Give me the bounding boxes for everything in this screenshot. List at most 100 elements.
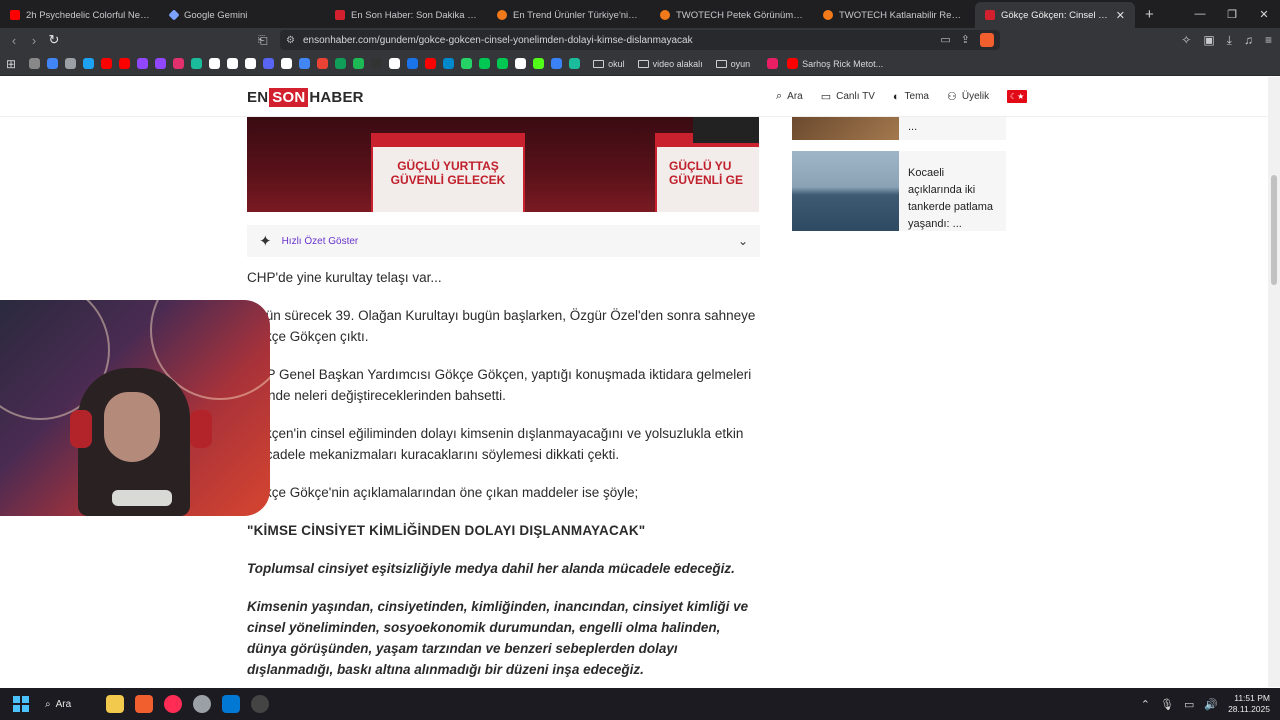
download-icon[interactable]: ⤓ — [1227, 33, 1232, 48]
bookmark-icon[interactable] — [83, 58, 95, 69]
bookmark-icon[interactable] — [29, 58, 41, 69]
podium-line: GÜVENLİ GELECEK — [390, 173, 506, 187]
minimize-icon[interactable]: — — [1184, 8, 1216, 21]
forward-icon[interactable]: › — [24, 33, 44, 48]
browser-tab[interactable]: TWOTECH Petek Görünümlü Kablos — [650, 2, 813, 28]
ensonhaber-icon — [985, 10, 995, 20]
chevron-up-icon[interactable]: ⌃ — [1141, 698, 1150, 711]
microphone-icon[interactable]: 🎙 — [1160, 698, 1174, 711]
network-icon[interactable]: ▭ — [1184, 698, 1194, 711]
scrollbar-track[interactable] — [1268, 77, 1280, 687]
plus-icon[interactable]: + — [1135, 6, 1164, 23]
bookmark-icon[interactable] — [173, 58, 185, 69]
bookmark-icon[interactable] — [407, 58, 419, 69]
apps-grid-icon[interactable]: ⊞ — [6, 57, 16, 71]
photos-icon[interactable] — [222, 695, 240, 713]
stage-screen — [693, 117, 759, 143]
bookmark-rick[interactable]: Sarhoş Rick Metot... — [787, 58, 883, 69]
nav-membership[interactable]: ⚇ Üyelik — [947, 90, 989, 103]
bookmark-icon[interactable] — [533, 58, 545, 69]
tv-icon: ▭ — [820, 91, 832, 103]
browser-tab[interactable]: En Son Haber: Son Dakika Haberler, — [325, 2, 487, 28]
bookmark-icon[interactable] — [425, 58, 437, 69]
browser-tab[interactable]: Google Gemini — [160, 2, 325, 28]
clock-date: 28.11.2025 — [1228, 704, 1270, 714]
bookmark-page-icon[interactable]: ⎗ — [258, 33, 268, 48]
site-logo[interactable]: EN SON HABER — [247, 88, 364, 107]
bookmark-icon[interactable] — [551, 58, 563, 69]
folder-icon — [637, 59, 649, 68]
bookmark-icon[interactable] — [371, 58, 383, 69]
back-icon[interactable]: ‹ — [4, 33, 24, 48]
file-explorer-icon[interactable] — [106, 695, 124, 713]
bookmark-icon[interactable] — [137, 58, 149, 69]
podium-line: GÜÇLÜ YU — [669, 159, 732, 173]
related-news-card[interactable]: Kocaeli açıklarında iki tankerde patlama… — [792, 151, 1006, 231]
url-text[interactable]: ensonhaber.com/gundem/gokce-gokcen-cinse… — [303, 35, 693, 46]
bookmark-folder-okul[interactable]: okul — [593, 59, 625, 69]
bookmark-icon[interactable] — [227, 58, 239, 69]
maximize-icon[interactable]: ❐ — [1216, 8, 1248, 21]
bookmark-icon[interactable] — [515, 58, 527, 69]
bookmark-icon[interactable] — [119, 58, 131, 69]
bookmark-icon[interactable] — [317, 58, 329, 69]
brave-shields-icon[interactable] — [980, 33, 994, 47]
nav-theme[interactable]: ◐ Tema — [893, 91, 929, 103]
browser-tab-active[interactable]: Gökçe Gökçen: Cinsel yönelimd ✕ — [975, 2, 1135, 28]
obs-icon[interactable] — [251, 695, 269, 713]
logo-en: EN — [247, 89, 269, 106]
browser-tab[interactable]: TWOTECH Katlanabilir Renkli Blueto — [813, 2, 975, 28]
sidebar-icon[interactable]: ▣ — [1203, 33, 1214, 48]
close-tab-icon[interactable]: ✕ — [1116, 9, 1125, 22]
bookmark-icon[interactable] — [299, 58, 311, 69]
bookmark-icon[interactable] — [461, 58, 473, 69]
scrollbar-thumb[interactable] — [1271, 175, 1277, 285]
bookmark-icon[interactable] — [191, 58, 203, 69]
close-window-icon[interactable]: ✕ — [1248, 8, 1280, 21]
browser-tab[interactable]: 2h Psychedelic Colorful Neon Backg — [0, 2, 160, 28]
bookmark-icon[interactable] — [443, 58, 455, 69]
nav-live-tv[interactable]: ▭ Canlı TV — [821, 90, 875, 103]
menu-icon[interactable]: ≡ — [1265, 33, 1272, 48]
bookmark-icon[interactable] — [479, 58, 491, 69]
bookmark-folder-oyun[interactable]: oyun — [715, 59, 750, 69]
related-news-card[interactable]: ... — [792, 117, 1006, 140]
article-paragraph: Gökçe Gökçe'nin açıklamalarından öne çık… — [247, 485, 639, 500]
bookmark-icon[interactable] — [767, 58, 779, 69]
bookmark-icon[interactable] — [389, 58, 401, 69]
taskbar-clock[interactable]: 11:51 PM 28.11.2025 — [1228, 693, 1270, 715]
reload-icon[interactable]: ↻ — [44, 32, 64, 48]
extensions-icon[interactable]: ✧ — [1181, 33, 1191, 48]
bookmark-icon[interactable] — [209, 58, 221, 69]
brave-browser-icon[interactable] — [135, 695, 153, 713]
bookmark-icon[interactable] — [263, 58, 275, 69]
bookmark-icon[interactable] — [245, 58, 257, 69]
media-player-icon[interactable] — [164, 695, 182, 713]
taskbar-search[interactable]: ⌕ Ara — [45, 693, 95, 715]
bookmark-folder-video[interactable]: video alakalı — [637, 59, 703, 69]
browser-tab[interactable]: En Trend Ürünler Türkiye'nin Online — [487, 2, 650, 28]
media-icon[interactable]: ♫ — [1244, 33, 1253, 48]
bookmark-icon[interactable] — [155, 58, 167, 69]
bookmark-icon[interactable] — [335, 58, 347, 69]
bookmark-icon[interactable] — [497, 58, 509, 69]
bookmark-icon[interactable] — [281, 58, 293, 69]
share-icon[interactable]: ⇪ — [961, 33, 970, 47]
site-info-icon[interactable]: ⚙ — [286, 35, 295, 46]
nav-search[interactable]: ⌕ Ara — [776, 90, 803, 103]
bookmark-icon[interactable] — [101, 58, 113, 69]
volume-icon[interactable]: 🔊 — [1204, 698, 1218, 711]
turkey-flag-icon[interactable]: ☾★ — [1007, 90, 1028, 103]
app-icon[interactable] — [193, 695, 211, 713]
bookmark-icon[interactable] — [569, 58, 581, 69]
bookmarks-bar: ⊞ okul video alakalı oyun Sarhoş Rick Me… — [0, 52, 1280, 76]
quick-summary-toggle[interactable]: ✦ Hızlı Özet Göster ⌄ — [247, 225, 760, 257]
bookmark-icon[interactable] — [47, 58, 59, 69]
bookmark-icon[interactable] — [353, 58, 365, 69]
url-field[interactable]: ⚙ ensonhaber.com/gundem/gokce-gokcen-cin… — [280, 30, 1000, 50]
cast-icon[interactable]: ▭ — [940, 33, 950, 47]
bookmark-icon[interactable] — [65, 58, 77, 69]
windows-start-icon[interactable] — [13, 696, 29, 712]
bookmark-label: Sarhoş Rick Metot... — [802, 58, 884, 69]
header-nav: ⌕ Ara ▭ Canlı TV ◐ Tema ⚇ Üyelik ☾★ — [776, 90, 1028, 103]
